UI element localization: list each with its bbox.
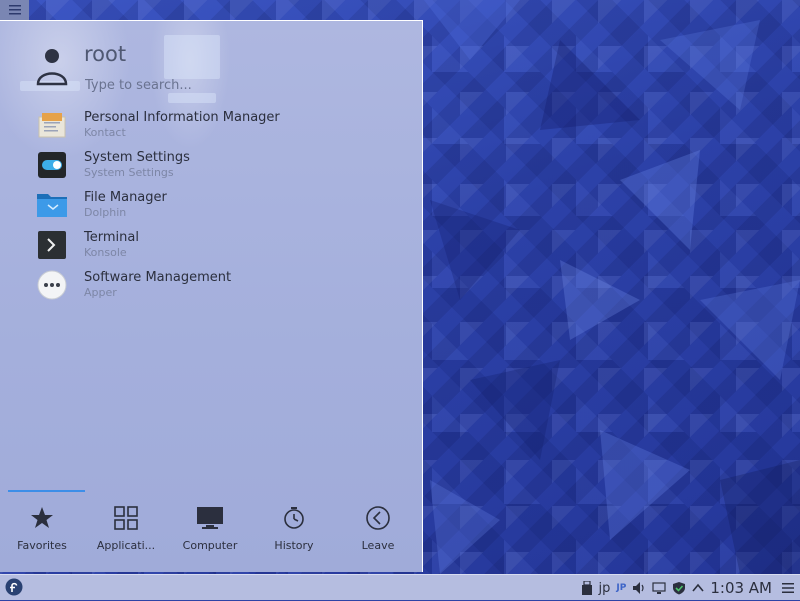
chevron-up-icon xyxy=(692,583,704,592)
keyboard-layout[interactable]: jp xyxy=(599,575,611,601)
favorite-subtitle: Apper xyxy=(84,286,117,299)
display-icon xyxy=(652,582,666,594)
kontact-icon xyxy=(38,113,66,138)
username: root xyxy=(84,42,127,66)
active-tab-indicator xyxy=(8,490,85,492)
updates-tray-button[interactable] xyxy=(672,575,686,601)
input-method[interactable]: JP xyxy=(616,575,626,601)
favorite-title: System Settings xyxy=(84,150,190,165)
usb-tray-button[interactable] xyxy=(581,575,593,601)
tab-label: History xyxy=(274,539,314,552)
desktop-toolbox-button[interactable] xyxy=(0,0,29,20)
volume-tray-button[interactable] xyxy=(632,575,646,601)
favorite-title: Terminal xyxy=(84,230,139,245)
clock[interactable]: 1:03 AM xyxy=(710,575,772,601)
hamburger-icon xyxy=(782,583,794,593)
user-icon xyxy=(36,49,68,86)
history-icon xyxy=(284,507,304,529)
bottom-panel: jp JP 1:03 AM xyxy=(0,574,800,600)
fedora-icon[interactable] xyxy=(5,578,23,596)
application-launcher: root Personal Information Manager Kontac… xyxy=(0,20,423,572)
shield-icon xyxy=(673,582,686,595)
search-input[interactable] xyxy=(83,74,387,96)
monitor-icon xyxy=(197,507,223,529)
hamburger-icon xyxy=(8,5,21,15)
star-icon xyxy=(31,507,53,528)
terminal-icon xyxy=(38,231,66,259)
favorite-title: File Manager xyxy=(84,190,167,205)
favorite-subtitle: Konsole xyxy=(84,246,127,259)
grid-icon xyxy=(114,506,138,530)
launcher-tabbar: Favorites Applicati... Computer History … xyxy=(0,501,422,561)
user-header: root xyxy=(36,42,396,104)
volume-icon xyxy=(633,582,644,594)
expand-tray-button[interactable] xyxy=(692,575,704,601)
favorite-title: Software Management xyxy=(84,270,232,285)
tab-leave[interactable]: Leave xyxy=(336,501,420,561)
tab-history[interactable]: History xyxy=(252,501,336,561)
panel-options-button[interactable] xyxy=(782,575,794,601)
favorite-subtitle: Kontact xyxy=(84,126,126,139)
favorite-title: Personal Information Manager xyxy=(84,110,280,125)
favorite-item-terminal[interactable]: Terminal Konsole xyxy=(0,225,422,265)
back-arrow-icon xyxy=(366,506,390,530)
favorites-list: Personal Information Manager Kontact Sys… xyxy=(0,105,422,305)
tab-computer[interactable]: Computer xyxy=(168,501,252,561)
tab-label: Applicati... xyxy=(96,539,156,552)
usb-icon xyxy=(581,581,592,595)
favorite-item-software-management[interactable]: Software Management Apper xyxy=(0,265,422,305)
favorite-item-system-settings[interactable]: System Settings System Settings xyxy=(0,145,422,185)
favorite-item-file-manager[interactable]: File Manager Dolphin xyxy=(0,185,422,225)
folder-icon xyxy=(37,194,67,217)
system-tray: jp JP 1:03 AM xyxy=(581,575,800,601)
display-tray-button[interactable] xyxy=(652,575,666,601)
tab-favorites[interactable]: Favorites xyxy=(0,501,84,561)
favorite-subtitle: Dolphin xyxy=(84,206,127,219)
apper-icon xyxy=(37,270,67,300)
tab-label: Computer xyxy=(182,539,238,552)
tab-label: Favorites xyxy=(17,539,67,552)
tab-label: Leave xyxy=(361,539,395,552)
tab-applications[interactable]: Applicati... xyxy=(84,501,168,561)
system-settings-icon xyxy=(38,152,66,178)
favorite-item-kontact[interactable]: Personal Information Manager Kontact xyxy=(0,105,422,145)
favorite-subtitle: System Settings xyxy=(84,166,174,179)
